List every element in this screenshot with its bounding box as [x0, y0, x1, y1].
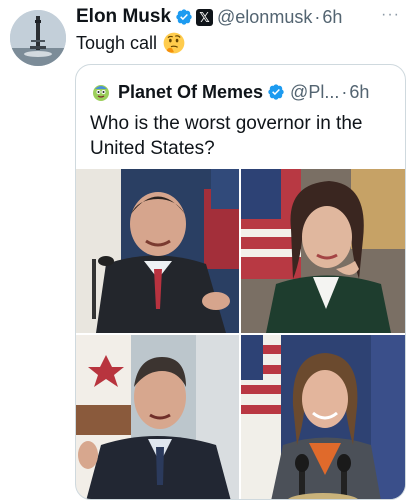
quoted-tweet-header: Planet Of Memes @Pl... · 6h [90, 79, 369, 105]
quoted-tweet-text: Who is the worst governor in the United … [90, 113, 363, 159]
quoted-author-avatar[interactable] [90, 81, 112, 103]
author-name[interactable]: Elon Musk [76, 6, 171, 28]
quoted-author-handle[interactable]: @Pl... [290, 82, 339, 103]
governor-photo-1[interactable] [76, 169, 239, 333]
media-grid [76, 169, 405, 499]
more-options-icon[interactable]: ··· [381, 6, 400, 24]
quoted-tweet-card[interactable]: Planet Of Memes @Pl... · 6h Who is the w… [75, 64, 406, 500]
tweet-time[interactable]: 6h [322, 7, 342, 28]
governor-photo-1-image [76, 169, 239, 333]
governor-photo-2[interactable] [241, 169, 405, 333]
quoted-tweet-time[interactable]: 6h [349, 82, 369, 103]
x-affiliate-icon[interactable]: 𝕏 [196, 8, 214, 26]
governor-photo-3-image [76, 335, 239, 499]
separator-dot: · [341, 81, 348, 102]
separator-dot: · [314, 6, 321, 27]
governor-photo-2-image [241, 169, 405, 333]
governor-photo-4-image [241, 335, 405, 499]
thinking-face-icon [163, 32, 185, 54]
tweet-text: Tough call [76, 31, 185, 55]
verified-badge-icon[interactable] [175, 8, 193, 26]
verified-badge-icon[interactable] [267, 83, 285, 101]
tweet-text-body: Tough call [76, 33, 158, 53]
author-handle[interactable]: @elonmusk [217, 7, 312, 28]
governor-photo-3[interactable] [76, 335, 239, 499]
tweet: Elon Musk 𝕏 @elonmusk · 6h ··· Tough cal… [0, 0, 414, 500]
author-avatar[interactable] [10, 10, 66, 66]
rocket-launch-image [10, 10, 66, 66]
quoted-author-name[interactable]: Planet Of Memes [118, 82, 263, 103]
governor-photo-4[interactable] [241, 335, 405, 499]
tweet-header: Elon Musk 𝕏 @elonmusk · 6h [76, 5, 342, 29]
